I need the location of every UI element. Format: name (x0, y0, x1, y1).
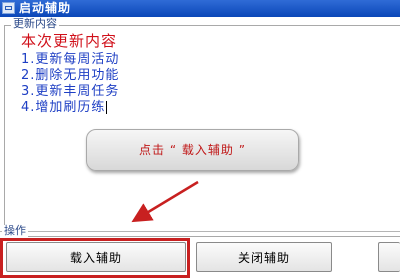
update-item: 1.更新每周活动 (21, 52, 120, 67)
update-item-last: 4.增加刷历练 (21, 100, 108, 116)
extra-button[interactable] (378, 242, 400, 272)
load-assist-button[interactable]: 载入辅助 (6, 242, 186, 272)
update-item: 2.删除无用功能 (21, 68, 120, 83)
callout-text: 点击 “ 载入辅助 ” (139, 143, 246, 157)
update-item: 4.增加刷历练 (21, 100, 106, 115)
close-assist-button[interactable]: 关闭辅助 (196, 242, 332, 272)
app-icon (2, 2, 15, 14)
update-item: 3.更新丰周任务 (21, 84, 120, 99)
window-title: 启动辅助 (19, 1, 72, 15)
actions-legend: 操作 (2, 224, 28, 237)
title-bar: 启动辅助 (0, 0, 400, 17)
text-caret (106, 101, 108, 114)
update-content-legend: 更新内容 (11, 17, 59, 31)
update-heading: 本次更新内容 (21, 32, 118, 50)
instruction-callout: 点击 “ 载入辅助 ” (86, 129, 299, 171)
